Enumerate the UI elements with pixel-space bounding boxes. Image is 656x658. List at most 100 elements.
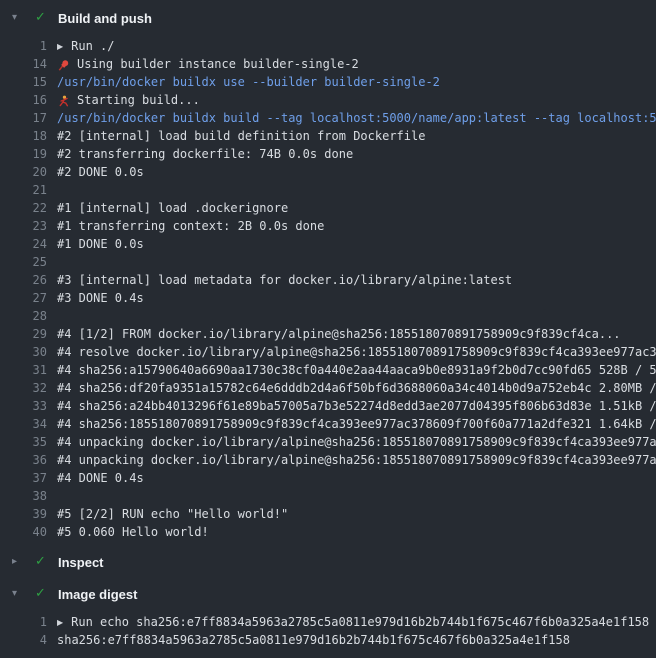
line-number[interactable]: 28 bbox=[0, 307, 47, 325]
log-line: 21 bbox=[0, 181, 656, 199]
log-text bbox=[57, 253, 656, 271]
log-text: #2 [internal] load build definition from… bbox=[57, 127, 656, 145]
log-text: #1 [internal] load .dockerignore bbox=[57, 199, 656, 217]
actions-log-viewer: ▾ ✓ Build and push 1▶Run ./14Using build… bbox=[0, 0, 656, 658]
log-text: #2 DONE 0.0s bbox=[57, 163, 656, 181]
section-build-and-push: ▾ ✓ Build and push 1▶Run ./14Using build… bbox=[0, 6, 656, 550]
section-image-digest: ▾ ✓ Image digest 1 ▶Run echo sha256:e7ff8… bbox=[0, 582, 656, 658]
line-number[interactable]: 16 bbox=[0, 91, 47, 109]
log-text: #1 transferring context: 2B 0.0s done bbox=[57, 217, 656, 235]
line-number[interactable]: 23 bbox=[0, 217, 47, 235]
line-number[interactable]: 35 bbox=[0, 433, 47, 451]
line-number[interactable]: 27 bbox=[0, 289, 47, 307]
log-line: 35 #4 unpacking docker.io/library/alpine@… bbox=[0, 433, 656, 451]
log-line: 31 #4 sha256:a15790640a6690aa1730c38cf0a4… bbox=[0, 361, 656, 379]
log-text: ▶Run echo sha256:e7ff8834a5963a2785c5a08… bbox=[57, 613, 656, 631]
line-number[interactable]: 18 bbox=[0, 127, 47, 145]
log-text: #4 [1/2] FROM docker.io/library/alpine@s… bbox=[57, 325, 656, 343]
line-number[interactable]: 36 bbox=[0, 451, 47, 469]
log-line: 33 #4 sha256:a24bb4013296f61e89ba57005a7b… bbox=[0, 397, 656, 415]
log-line: 38 bbox=[0, 487, 656, 505]
log-text bbox=[57, 307, 656, 325]
log-line: 37 #4 DONE 0.4s bbox=[0, 469, 656, 487]
section-body-image-digest: 1 ▶Run echo sha256:e7ff8834a5963a2785c5a0… bbox=[0, 606, 656, 658]
log-line: 20 #2 DONE 0.0s bbox=[0, 163, 656, 181]
line-number[interactable]: 14 bbox=[0, 55, 47, 73]
line-number[interactable]: 30 bbox=[0, 343, 47, 361]
line-number[interactable]: 17 bbox=[0, 109, 47, 127]
line-number[interactable]: 4 bbox=[0, 631, 47, 649]
log-line: 34 #4 sha256:185518070891758909c9f839cf4c… bbox=[0, 415, 656, 433]
log-text: #4 unpacking docker.io/library/alpine@sh… bbox=[57, 433, 656, 451]
line-number[interactable]: 40 bbox=[0, 523, 47, 541]
log-line: 14 Using builder instance builder-single-… bbox=[0, 55, 656, 73]
check-icon: ✓ bbox=[35, 550, 49, 574]
line-number[interactable]: 33 bbox=[0, 397, 47, 415]
line-number[interactable]: 39 bbox=[0, 505, 47, 523]
log-text: #3 DONE 0.4s bbox=[57, 289, 656, 307]
section-header-image-digest[interactable]: ▾ ✓ Image digest bbox=[0, 582, 656, 606]
log-line: 22 #1 [internal] load .dockerignore bbox=[0, 199, 656, 217]
log-line: 18 #2 [internal] load build definition fr… bbox=[0, 127, 656, 145]
line-number[interactable]: 1 bbox=[0, 613, 47, 631]
section-title: Inspect bbox=[58, 555, 104, 570]
line-number[interactable]: 24 bbox=[0, 235, 47, 253]
line-number[interactable]: 20 bbox=[0, 163, 47, 181]
log-line: 25 bbox=[0, 253, 656, 271]
log-line: 27 #3 DONE 0.4s bbox=[0, 289, 656, 307]
line-number[interactable]: 19 bbox=[0, 145, 47, 163]
section-title: Build and push bbox=[58, 11, 152, 26]
chevron-down-icon[interactable]: ▾ bbox=[12, 582, 26, 606]
runner-icon bbox=[57, 92, 71, 109]
log-text: #3 [internal] load metadata for docker.i… bbox=[57, 271, 656, 289]
log-text: #5 0.060 Hello world! bbox=[57, 523, 656, 541]
log-line: 16 Starting build... bbox=[0, 91, 656, 109]
log-text: #4 sha256:a24bb4013296f61e89ba57005a7b3e… bbox=[57, 397, 656, 415]
section-header-inspect[interactable]: ▸ ✓ Inspect bbox=[0, 550, 656, 574]
log-line: 4sha256:e7ff8834a5963a2785c5a0811e979d16… bbox=[0, 631, 656, 649]
log-text bbox=[57, 487, 656, 505]
log-line: 1 ▶Run echo sha256:e7ff8834a5963a2785c5a0… bbox=[0, 613, 656, 631]
log-text: #4 sha256:df20fa9351a15782c64e6dddb2d4a6… bbox=[57, 379, 656, 397]
log-text: Starting build... bbox=[57, 91, 656, 109]
log-text: #4 sha256:185518070891758909c9f839cf4ca3… bbox=[57, 415, 656, 433]
chevron-right-icon[interactable]: ▸ bbox=[12, 550, 26, 574]
log-text: Using builder instance builder-single-2 bbox=[57, 55, 656, 73]
line-number[interactable]: 1 bbox=[0, 37, 47, 55]
log-text: #4 sha256:a15790640a6690aa1730c38cf0a440… bbox=[57, 361, 656, 379]
section-header-build-and-push[interactable]: ▾ ✓ Build and push bbox=[0, 6, 656, 30]
log-line: 19 #2 transferring dockerfile: 74B 0.0s d… bbox=[0, 145, 656, 163]
pushpin-icon bbox=[57, 56, 71, 73]
log-text: #4 DONE 0.4s bbox=[57, 469, 656, 487]
section-body-build-and-push: 1▶Run ./14Using builder instance builder… bbox=[0, 30, 656, 550]
log-line: 1▶Run ./ bbox=[0, 37, 656, 55]
log-text bbox=[57, 181, 656, 199]
line-number[interactable]: 21 bbox=[0, 181, 47, 199]
line-number[interactable]: 37 bbox=[0, 469, 47, 487]
line-number[interactable]: 25 bbox=[0, 253, 47, 271]
log-line: 32 #4 sha256:df20fa9351a15782c64e6dddb2d4… bbox=[0, 379, 656, 397]
expand-run-icon[interactable]: ▶ bbox=[57, 38, 63, 55]
log-line: 28 bbox=[0, 307, 656, 325]
log-text: #2 transferring dockerfile: 74B 0.0s don… bbox=[57, 145, 656, 163]
expand-run-icon[interactable]: ▶ bbox=[57, 614, 63, 631]
check-icon: ✓ bbox=[35, 582, 49, 606]
line-number[interactable]: 26 bbox=[0, 271, 47, 289]
line-number[interactable]: 29 bbox=[0, 325, 47, 343]
chevron-down-icon[interactable]: ▾ bbox=[12, 6, 26, 30]
line-number[interactable]: 34 bbox=[0, 415, 47, 433]
line-number[interactable]: 32 bbox=[0, 379, 47, 397]
log-text: #1 DONE 0.0s bbox=[57, 235, 656, 253]
line-number[interactable]: 31 bbox=[0, 361, 47, 379]
log-text: #4 resolve docker.io/library/alpine@sha2… bbox=[57, 343, 656, 361]
line-number[interactable]: 38 bbox=[0, 487, 47, 505]
log-text-command: /usr/bin/docker buildx use --builder bui… bbox=[57, 73, 656, 91]
log-line: 23 #1 transferring context: 2B 0.0s done bbox=[0, 217, 656, 235]
log-text-command: /usr/bin/docker buildx build --tag local… bbox=[57, 109, 656, 127]
line-number[interactable]: 15 bbox=[0, 73, 47, 91]
line-number[interactable]: 22 bbox=[0, 199, 47, 217]
log-line: 39#5 [2/2] RUN echo "Hello world!" bbox=[0, 505, 656, 523]
log-line: 15/usr/bin/docker buildx use --builder b… bbox=[0, 73, 656, 91]
log-line: 40 #5 0.060 Hello world! bbox=[0, 523, 656, 541]
log-line: 29 #4 [1/2] FROM docker.io/library/alpine… bbox=[0, 325, 656, 343]
